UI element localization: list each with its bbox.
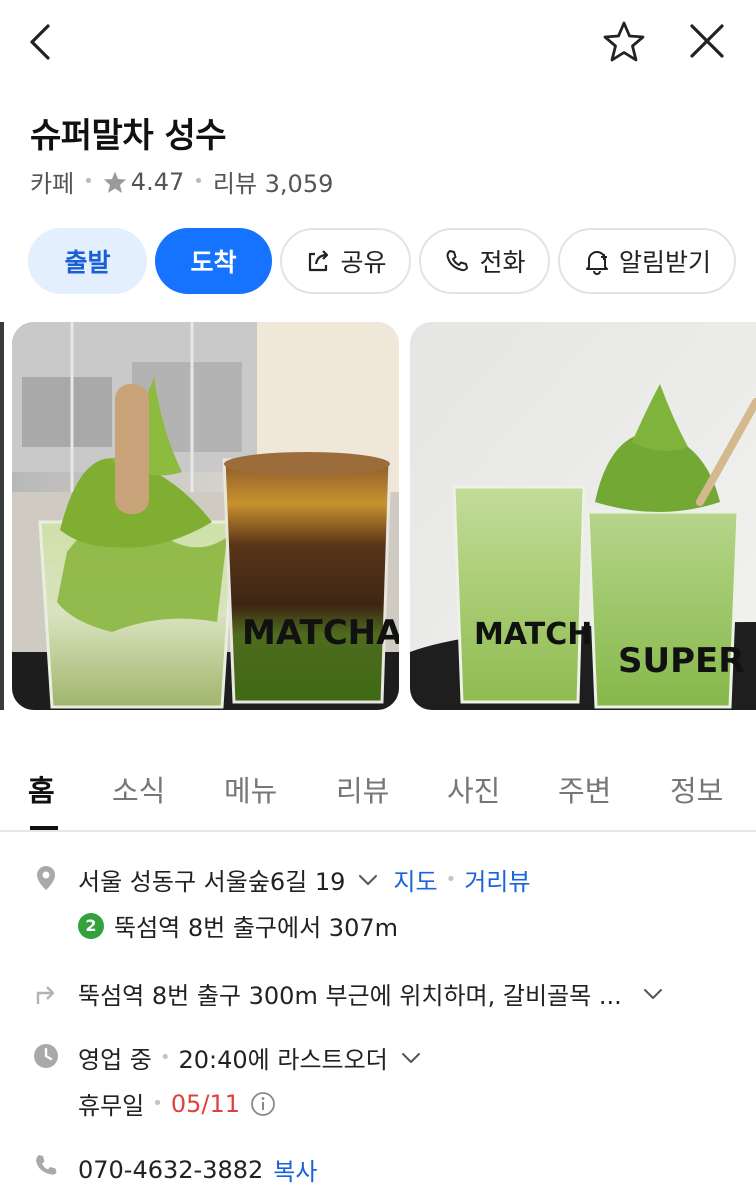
call-button[interactable]: 전화: [419, 228, 550, 294]
share-icon: [309, 250, 329, 272]
previous-photo-edge: [0, 322, 4, 710]
section-tabs: 홈 소식 메뉴 리뷰 사진 주변 정보: [0, 760, 756, 832]
place-reviews[interactable]: 리뷰 3,059: [213, 164, 334, 199]
active-tab-indicator: [30, 826, 58, 830]
map-link[interactable]: 지도: [393, 862, 437, 897]
clock-icon: [34, 1044, 58, 1068]
alarm-label: 알림받기: [618, 248, 711, 277]
copy-phone-link[interactable]: 복사: [273, 1152, 317, 1187]
chevron-down-icon[interactable]: [355, 867, 381, 893]
place-category: 카페: [30, 170, 75, 198]
place-title: 슈퍼말차 성수: [30, 116, 227, 156]
share-label: 공유: [340, 248, 387, 277]
top-bar: [0, 0, 756, 90]
bell-plus-icon: [585, 251, 608, 275]
last-order-text: 20:40에 라스트오더: [178, 1046, 388, 1074]
separator-dot: •: [445, 869, 457, 890]
matcha-photo-image: MATCHA SUPER: [410, 322, 756, 710]
separator-dot: •: [193, 171, 204, 192]
matcha-photo-image: MATCHA: [12, 322, 399, 710]
depart-button[interactable]: 출발: [28, 228, 147, 294]
close-icon[interactable]: [684, 18, 730, 64]
separator-dot: •: [83, 171, 94, 192]
depart-label: 출발: [64, 248, 111, 277]
photo-2[interactable]: MATCHA SUPER: [410, 322, 756, 710]
tab-news[interactable]: 소식: [112, 768, 165, 810]
info-icon[interactable]: [250, 1091, 276, 1117]
arrive-button[interactable]: 도착: [155, 228, 272, 294]
share-button[interactable]: 공유: [280, 228, 411, 294]
holiday-label: 휴무일: [78, 1092, 145, 1120]
star-outline-icon[interactable]: [600, 18, 648, 66]
tab-menu[interactable]: 메뉴: [224, 768, 277, 810]
phone-number[interactable]: 070-4632-3882: [78, 1156, 263, 1184]
directions-text: 뚝섬역 8번 출구 300m 부근에 위치하며, 갈비골목 ...: [78, 982, 622, 1010]
tab-reviews[interactable]: 리뷰: [336, 768, 389, 810]
separator-dot: •: [159, 1047, 171, 1068]
tab-nearby[interactable]: 주변: [558, 768, 611, 810]
subway-text: 뚝섬역 8번 출구에서 307m: [114, 914, 398, 942]
photo-1[interactable]: MATCHA: [12, 322, 399, 710]
call-label: 전화: [479, 248, 526, 277]
subway-line-badge: 2: [78, 912, 104, 939]
tab-home[interactable]: 홈: [28, 768, 55, 810]
back-arrow-icon[interactable]: [26, 22, 56, 62]
cup-print-text-2: SUPER: [618, 641, 744, 681]
tab-info[interactable]: 정보: [670, 768, 723, 810]
place-meta: 카페 • 4.47 • 리뷰 3,059: [30, 164, 333, 199]
tab-photos[interactable]: 사진: [447, 768, 500, 810]
phone-icon: [446, 250, 469, 272]
address-text: 서울 성동구 서울숲6길 19: [78, 868, 346, 896]
street-view-link[interactable]: 거리뷰: [464, 862, 530, 897]
separator-dot: •: [152, 1093, 163, 1114]
alarm-button[interactable]: 알림받기: [558, 228, 736, 294]
cup-print-text: MATCHA: [242, 613, 399, 653]
chevron-down-icon[interactable]: [398, 1045, 424, 1071]
phone-small-icon: [36, 1155, 57, 1175]
location-pin-icon: [37, 866, 55, 890]
star-filled-icon: [103, 171, 126, 193]
chevron-down-icon[interactable]: [640, 981, 666, 1007]
directions-arrow-icon: [36, 986, 55, 1004]
holiday-date: 05/11: [170, 1089, 241, 1118]
place-rating: 4.47: [130, 167, 185, 196]
arrive-label: 도착: [190, 248, 237, 277]
open-status: 영업 중: [78, 1046, 152, 1074]
